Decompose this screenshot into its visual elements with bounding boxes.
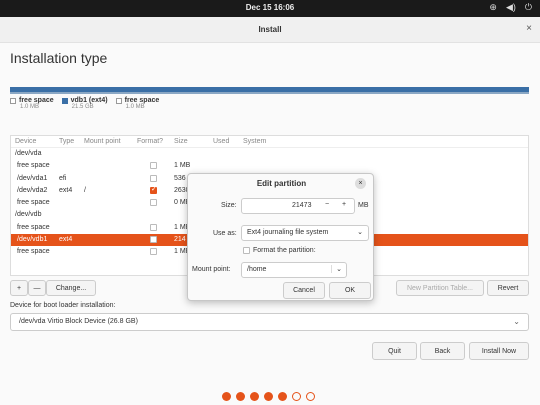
swatch-icon xyxy=(10,97,16,104)
cell-device: /dev/vda1 xyxy=(17,174,48,182)
cancel-button[interactable]: Cancel xyxy=(283,282,325,299)
plus-icon[interactable]: + xyxy=(342,201,346,208)
progress-dots xyxy=(222,392,315,401)
edit-partition-dialog: Edit partition × Size: 21473 − + MB Use … xyxy=(187,173,374,301)
column-header: Size xyxy=(174,138,188,145)
page-title: Installation type xyxy=(10,50,108,66)
column-header: Format? xyxy=(137,138,164,145)
step-dot xyxy=(264,392,273,401)
window-title: Install xyxy=(258,25,282,34)
change-button[interactable]: Change... xyxy=(46,280,96,296)
cell-device: free space xyxy=(17,162,50,170)
clock[interactable]: Dec 15 16:06 xyxy=(0,3,540,12)
remove-partition-button[interactable]: — xyxy=(28,280,46,296)
legend-size: 1.0 MB xyxy=(20,104,40,110)
install-now-button[interactable]: Install Now xyxy=(469,342,529,360)
installer-window: Install × Installation type free space 1… xyxy=(0,17,540,405)
legend-name: vdb1 (ext4) xyxy=(70,97,108,104)
use-as-label: Use as: xyxy=(213,230,237,237)
system-tray[interactable]: ⊕ ◀) ⏻ xyxy=(489,2,532,13)
format-partition-checkbox[interactable] xyxy=(243,247,250,254)
cell-mount: / xyxy=(84,186,86,194)
cell-size: 214 xyxy=(174,236,186,244)
mount-point-combo[interactable]: /home ⌄ xyxy=(241,262,347,278)
bootloader-label: Device for boot loader installation: xyxy=(10,302,116,309)
table-header: Device Type Mount point Format? Size Use… xyxy=(11,136,528,148)
disk-usage-bar xyxy=(10,87,529,94)
dialog-title: Edit partition xyxy=(256,179,307,188)
format-checkbox[interactable] xyxy=(150,223,157,231)
size-label: Size: xyxy=(221,202,237,209)
revert-button[interactable]: Revert xyxy=(487,280,529,296)
column-header: Device xyxy=(15,138,37,145)
new-partition-table-button[interactable]: New Partition Table... xyxy=(396,280,484,296)
chevron-down-icon: ⌄ xyxy=(513,317,520,326)
step-dot xyxy=(292,392,301,401)
swatch-icon xyxy=(115,97,122,104)
cell-type: ext4 xyxy=(59,236,73,244)
cell-type: ext4 xyxy=(59,186,73,194)
step-dot xyxy=(306,392,315,401)
quit-button[interactable]: Quit xyxy=(372,342,417,360)
use-as-select[interactable]: Ext4 journaling file system ⌄ xyxy=(241,225,369,241)
format-checkbox[interactable] xyxy=(150,236,157,244)
table-row[interactable]: free space 1 MB xyxy=(11,160,528,172)
ok-button[interactable]: OK xyxy=(329,282,371,299)
chevron-down-icon: ⌄ xyxy=(357,229,363,236)
close-icon[interactable]: × xyxy=(526,23,532,34)
volume-icon[interactable]: ◀) xyxy=(506,2,516,13)
close-icon[interactable]: × xyxy=(355,178,366,189)
size-value: 21473 xyxy=(292,202,312,209)
table-row[interactable]: /dev/vda xyxy=(11,148,528,160)
step-dot xyxy=(278,392,287,401)
step-dot xyxy=(222,392,231,401)
cell-device: /dev/vda xyxy=(15,150,42,157)
format-checkbox[interactable] xyxy=(150,248,157,256)
column-header: Mount point xyxy=(84,138,121,145)
bootloader-select[interactable]: /dev/vda Virtio Block Device (26.8 GB) ⌄ xyxy=(10,313,529,331)
top-panel: Dec 15 16:06 ⊕ ◀) ⏻ xyxy=(0,0,540,17)
cell-device: /dev/vda2 xyxy=(17,186,48,194)
power-icon[interactable]: ⏻ xyxy=(525,2,532,13)
cell-device: /dev/vdb xyxy=(15,211,42,219)
cell-device: /dev/vdb1 xyxy=(17,236,48,244)
step-dot xyxy=(236,392,245,401)
size-unit: MB xyxy=(358,202,369,209)
cell-size: 1 MB xyxy=(174,162,191,170)
format-checkbox[interactable] xyxy=(150,174,157,182)
legend-name: free space xyxy=(124,97,160,104)
back-button[interactable]: Back xyxy=(420,342,465,360)
disk-legend: free space 1.0 MB vdb1 (ext4) 21.5 GB fr… xyxy=(10,97,159,110)
add-partition-button[interactable]: + xyxy=(10,280,28,296)
use-as-value: Ext4 journaling file system xyxy=(247,229,329,236)
cell-device: free space xyxy=(17,199,50,207)
legend-size: 1.0 MB xyxy=(125,104,145,110)
legend-size: 21.5 GB xyxy=(71,104,94,110)
column-header: Type xyxy=(59,138,75,145)
format-checkbox[interactable] xyxy=(150,162,157,170)
column-header: System xyxy=(243,138,267,145)
step-dot xyxy=(250,392,259,401)
bootloader-value: /dev/vda Virtio Block Device (26.8 GB) xyxy=(19,318,138,325)
network-icon[interactable]: ⊕ xyxy=(489,2,497,13)
chevron-down-icon[interactable]: ⌄ xyxy=(331,265,342,273)
swatch-icon xyxy=(61,97,68,104)
cell-size: 536 xyxy=(174,174,186,182)
legend-item: vdb1 (ext4) 21.5 GB xyxy=(61,97,108,110)
cell-type: efi xyxy=(59,174,67,182)
legend-item: free space 1.0 MB xyxy=(10,97,54,110)
size-field[interactable]: 21473 − + xyxy=(241,198,355,214)
cell-device: free space xyxy=(17,248,50,256)
column-header: Used xyxy=(213,138,230,145)
legend-item: free space 1.0 MB xyxy=(115,97,160,110)
format-partition-label: Format the partition: xyxy=(253,247,316,254)
legend-name: free space xyxy=(19,97,54,104)
cell-device: free space xyxy=(17,223,50,231)
mount-point-label: Mount point: xyxy=(192,266,231,273)
title-bar: Install × xyxy=(0,17,540,43)
format-checkbox[interactable] xyxy=(150,199,157,207)
mount-point-value: /home xyxy=(247,266,267,273)
format-checkbox[interactable] xyxy=(150,185,157,194)
minus-icon[interactable]: − xyxy=(325,201,329,208)
